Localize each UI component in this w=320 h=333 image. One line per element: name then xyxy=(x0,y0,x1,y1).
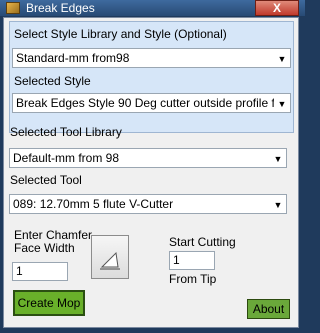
dialog-body: Select Style Library and Style (Optional… xyxy=(3,17,299,328)
tool-value: 089: 12.70mm 5 flute V-Cutter xyxy=(13,197,174,211)
close-icon: X xyxy=(272,1,281,15)
start-cutting-label: Start Cutting xyxy=(169,235,236,249)
style-select[interactable]: Break Edges Style 90 Deg cutter outside … xyxy=(12,93,291,113)
chevron-down-icon: ▼ xyxy=(277,99,287,109)
window-title: Break Edges xyxy=(26,1,95,15)
chevron-down-icon: ▼ xyxy=(277,54,287,64)
tool-select[interactable]: 089: 12.70mm 5 flute V-Cutter ▼ xyxy=(9,194,287,214)
start-cutting-input[interactable]: 1 xyxy=(169,251,215,270)
title-bar: Break Edges X xyxy=(0,0,305,16)
style-library-value: Standard-mm from98 xyxy=(16,51,130,65)
tool-library-label: Selected Tool Library xyxy=(10,125,122,139)
create-mop-button[interactable]: Create Mop xyxy=(13,290,85,316)
style-library-select[interactable]: Standard-mm from98 ▼ xyxy=(12,48,291,68)
style-group: Select Style Library and Style (Optional… xyxy=(9,21,294,133)
chevron-down-icon: ▼ xyxy=(273,154,283,164)
chamfer-width-input[interactable]: 1 xyxy=(12,262,68,281)
selected-style-label: Selected Style xyxy=(14,74,91,88)
tool-library-value: Default-mm from 98 xyxy=(13,151,120,165)
tool-library-select[interactable]: Default-mm from 98 ▼ xyxy=(9,148,287,168)
chamfer-label-line2: Face Width xyxy=(14,241,75,255)
selected-tool-label: Selected Tool xyxy=(10,173,82,187)
about-button[interactable]: About xyxy=(247,299,290,319)
chamfer-label-line1: Enter Chamfer xyxy=(14,228,93,242)
style-value: Break Edges Style 90 Deg cutter outside … xyxy=(16,96,274,110)
chamfer-icon xyxy=(100,251,120,270)
app-icon xyxy=(6,2,20,14)
chamfer-preview[interactable] xyxy=(91,235,129,279)
close-button[interactable]: X xyxy=(255,0,299,16)
style-group-header: Select Style Library and Style (Optional… xyxy=(14,27,227,41)
from-tip-label: From Tip xyxy=(169,272,217,286)
chevron-down-icon: ▼ xyxy=(273,200,283,210)
